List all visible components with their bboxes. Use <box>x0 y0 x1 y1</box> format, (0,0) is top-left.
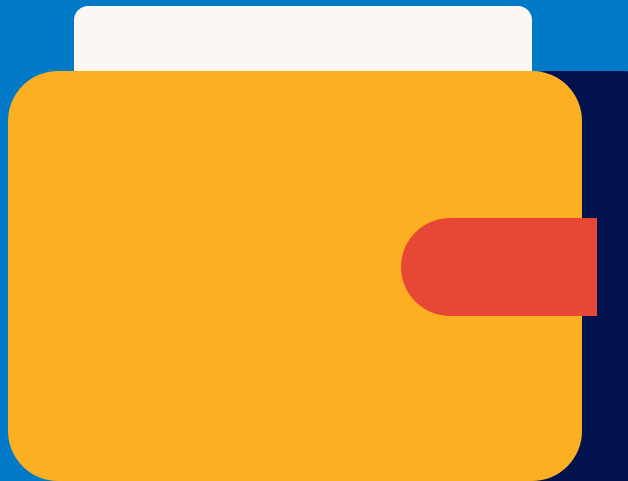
wallet-icon <box>0 0 628 481</box>
wallet-illustration <box>0 0 628 481</box>
wallet-clasp <box>401 218 597 316</box>
